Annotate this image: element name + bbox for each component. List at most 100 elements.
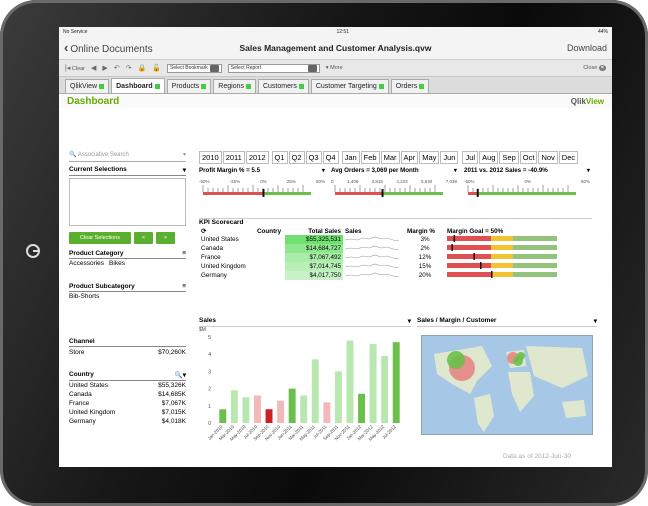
sales-bar[interactable] (300, 395, 308, 423)
month-filter[interactable]: May (419, 151, 440, 164)
month-filter[interactable]: Feb (360, 151, 380, 164)
kpi-gauge[interactable]: 2011 vs. 2012 Sales = -40.9% ▾ -50% 0% 50% (464, 167, 590, 219)
sales-bar[interactable] (346, 340, 354, 423)
report-select[interactable]: Select Report (227, 63, 320, 73)
search-box[interactable]: 🔍 Associative Search ▾ (69, 148, 186, 162)
month-filter[interactable]: Jul (462, 151, 479, 164)
bookmark-select[interactable]: Select Bookmark (167, 63, 222, 73)
redo-icon[interactable]: ↷ (126, 64, 132, 72)
sales-bar-chart: 012345Jan-2010Mar-2010May-2010Jul-2010Se… (207, 335, 400, 442)
list-item[interactable]: Accessories (69, 260, 104, 267)
list-item[interactable]: United Kingdom $7,015K (69, 408, 186, 417)
forward-selection-button[interactable]: > (156, 232, 175, 244)
year-filter[interactable]: 2012 (245, 151, 269, 164)
quarter-filter[interactable]: Q2 (288, 151, 305, 164)
gauge-tick-label: 50% (580, 179, 590, 184)
chevron-down-icon[interactable]: ▾ (408, 317, 411, 326)
tab-customer-targeting[interactable]: Customer Targeting (310, 79, 389, 93)
table-row[interactable]: United States $55,325,531 3% (199, 235, 559, 244)
search-icon[interactable]: 🔍▾ (175, 371, 186, 379)
sales-bar[interactable] (323, 402, 331, 423)
label-text: Current Selections (69, 166, 127, 173)
y-tick-label: 4 (208, 352, 211, 358)
list-item[interactable]: Store $70,260K (69, 348, 186, 357)
quarter-filter[interactable]: Q4 (322, 151, 339, 164)
download-button[interactable]: Download (567, 43, 607, 53)
clear-button[interactable]: |◂ Clear (65, 64, 85, 72)
list-item[interactable]: United States $55,326K (69, 381, 186, 390)
label-text: Product Subcategory (69, 283, 135, 290)
page-title: Dashboard (67, 95, 120, 107)
table-row[interactable]: Canada $14,684,727 2% (199, 244, 559, 253)
more-button[interactable]: ▾ More (326, 65, 343, 71)
gauge-pointer (476, 189, 479, 197)
sales-bar[interactable] (358, 393, 365, 423)
list-item[interactable]: France $7,067K (69, 399, 186, 408)
lock-icon[interactable]: 🔒 (138, 64, 147, 72)
month-filter[interactable]: Dec (558, 151, 579, 164)
back-arrow-icon[interactable]: ◀ (91, 64, 96, 72)
table-row[interactable]: Germany $4,017,750 20% (199, 271, 559, 280)
quarter-filter[interactable]: Q1 (271, 151, 288, 164)
unlock-icon[interactable]: 🔓 (152, 64, 161, 72)
map-title: Sales / Margin / Customer (417, 317, 497, 324)
month-filter[interactable]: Jan (341, 151, 360, 164)
table-row[interactable]: France $7,067,492 12% (199, 253, 559, 262)
canada-bubble[interactable] (447, 351, 465, 369)
list-item[interactable]: Bikes (109, 260, 125, 267)
tab-orders[interactable]: Orders (390, 79, 430, 93)
close-icon: × (598, 65, 606, 71)
tab-qlikview[interactable]: QlikView (65, 79, 110, 93)
kpi-gauge[interactable]: Profit Margin % = 5.5 ▾ -50% -25% 0% 25% 50% (199, 167, 325, 219)
country-value: $7,067K (161, 400, 186, 407)
sales-bar[interactable] (254, 395, 261, 423)
month-filter[interactable]: Apr (400, 151, 419, 164)
undo-icon[interactable]: ↶ (114, 64, 120, 72)
table-row[interactable]: United Kingdom $7,014,745 15% (199, 262, 559, 271)
tab-regions[interactable]: Regions (213, 79, 256, 93)
sales-bar[interactable] (288, 388, 296, 423)
month-filter[interactable]: Aug (479, 151, 499, 164)
forward-arrow-icon[interactable]: ▶ (102, 64, 107, 72)
month-filter[interactable]: Sep (499, 151, 519, 164)
month-filter[interactable]: Jun (440, 151, 459, 164)
sales-bar[interactable] (277, 400, 285, 423)
current-selections-box[interactable] (69, 178, 186, 226)
home-button-icon[interactable] (26, 244, 40, 258)
margin-cell: 20% (418, 272, 432, 279)
tab-label: Dashboard (116, 82, 153, 90)
tab-customers[interactable]: Customers (257, 79, 309, 93)
close-button[interactable]: Close × (583, 65, 606, 71)
month-filter[interactable]: Oct (519, 151, 538, 164)
germany-bubble[interactable] (517, 352, 525, 360)
sales-bar[interactable] (334, 371, 342, 423)
kpi-gauge[interactable]: Avg Orders = 3,069 per Month ▾ 0 1,408 2,815… (331, 167, 457, 219)
quarter-filter[interactable]: Q3 (305, 151, 322, 164)
sales-bar[interactable] (311, 359, 319, 423)
status-bar: No Service 12:51 44% (59, 27, 612, 36)
sales-bar[interactable] (242, 397, 250, 423)
month-filter[interactable]: Nov (538, 151, 558, 164)
month-filter[interactable]: Mar (380, 151, 400, 164)
chevron-down-icon[interactable]: ▾ (594, 317, 597, 326)
country-cell: France (201, 254, 221, 261)
back-selection-button[interactable]: < (134, 232, 153, 244)
sales-bar[interactable] (392, 342, 400, 423)
year-filter[interactable]: 2010 (199, 151, 222, 164)
sales-bar[interactable] (265, 409, 273, 423)
sales-bar[interactable] (369, 343, 377, 423)
back-button[interactable]: ‹ Online Documents (64, 40, 153, 55)
year-filter[interactable]: 2011 (222, 151, 245, 164)
list-item[interactable]: Canada $14,685K (69, 390, 186, 399)
list-item[interactable]: Germany $4,018K (69, 417, 186, 426)
tab-products[interactable]: Products (166, 79, 212, 93)
sales-bar[interactable] (381, 355, 389, 423)
list-item[interactable]: Bib-Shorts (69, 293, 99, 300)
kpi-table: ⟳ Country Total Sales Sales Margin % Margin G… (199, 227, 559, 280)
y-tick-label: 5 (208, 335, 211, 341)
sales-bar[interactable] (219, 409, 227, 423)
world-map[interactable] (421, 335, 593, 435)
sales-bar[interactable] (230, 390, 238, 423)
clear-selections-button[interactable]: Clear Selections (69, 232, 131, 244)
tab-dashboard[interactable]: Dashboard (111, 78, 165, 93)
